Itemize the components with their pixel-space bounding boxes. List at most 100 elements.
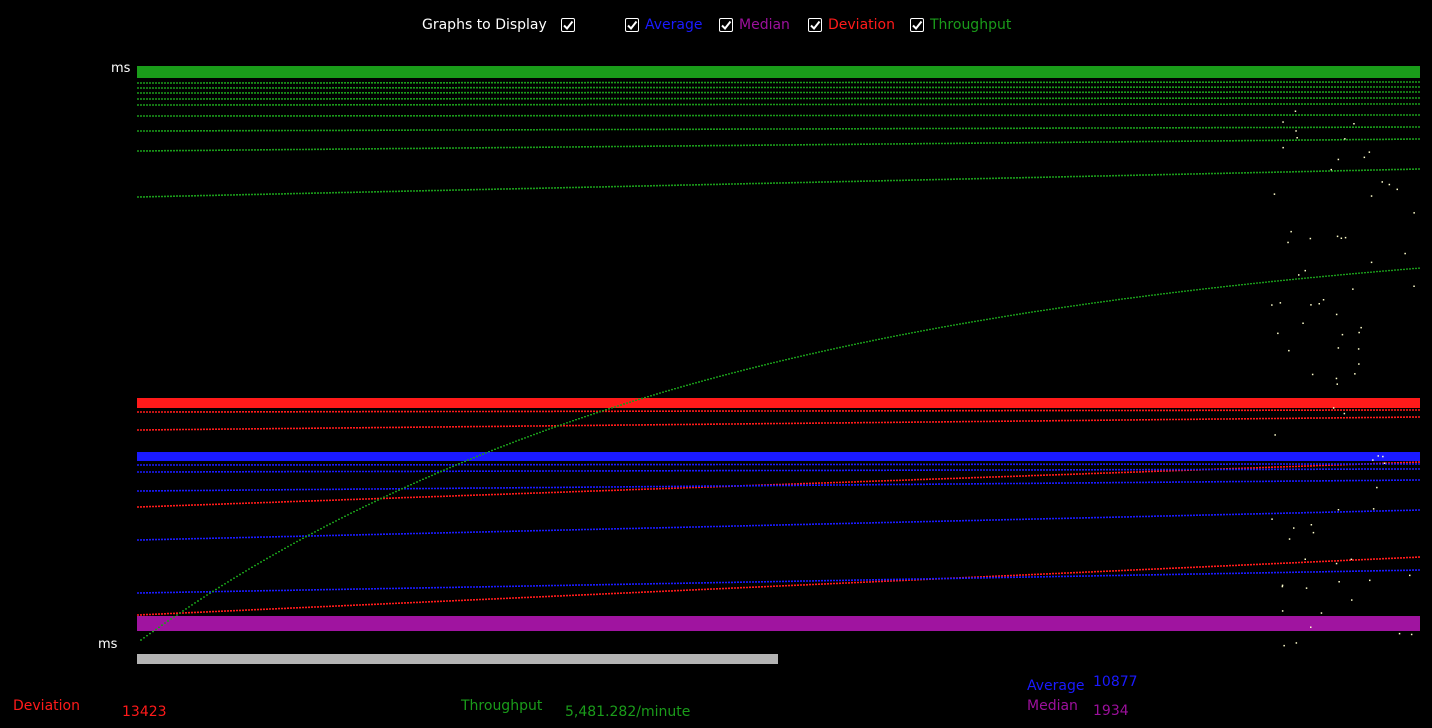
deviation-toggle[interactable]: Deviation <box>808 14 895 36</box>
sample-point <box>1335 377 1338 380</box>
graph-plot-area <box>137 66 1420 647</box>
sample-point <box>1341 333 1344 336</box>
sample-point <box>1282 146 1284 149</box>
sample-point <box>1410 633 1413 636</box>
median-stat-label: Median <box>1027 698 1078 714</box>
average-line <box>137 463 1420 466</box>
y-axis-top-unit: ms <box>111 61 131 76</box>
sample-point <box>1282 121 1284 123</box>
sample-point <box>1318 303 1320 305</box>
sample-point <box>1298 274 1300 276</box>
deviation-stat-label: Deviation <box>13 698 80 714</box>
sample-point <box>1383 462 1386 464</box>
checkbox-icon[interactable] <box>910 18 924 32</box>
sample-point <box>1413 212 1415 214</box>
sample-point <box>1369 579 1371 582</box>
throughput-line <box>137 91 1420 94</box>
checkbox-icon[interactable] <box>719 18 733 32</box>
deviation-band <box>137 398 1420 408</box>
sample-point <box>1295 130 1297 132</box>
sample-point <box>1338 581 1340 583</box>
sample-point <box>1382 455 1384 458</box>
median-toggle[interactable]: Median <box>719 14 790 36</box>
sample-point <box>1352 288 1354 290</box>
median-band <box>137 616 1420 631</box>
deviation-stat-value: 13423 <box>122 704 167 720</box>
deviation-line <box>137 556 1420 616</box>
sample-point <box>1388 183 1391 186</box>
average-line <box>137 479 1420 492</box>
sample-point <box>1304 558 1306 560</box>
throughput-line <box>137 114 1420 117</box>
sample-point <box>1337 509 1340 511</box>
sample-point <box>1337 347 1340 349</box>
throughput-line <box>137 168 1420 198</box>
sample-point <box>1274 434 1276 436</box>
sample-point <box>1290 230 1292 233</box>
throughput-toggle-label: Throughput <box>930 17 1012 33</box>
average-band <box>137 452 1420 461</box>
sample-point <box>1281 610 1284 612</box>
sample-point <box>1277 332 1279 335</box>
throughput-line <box>137 126 1420 132</box>
checkbox-icon[interactable] <box>560 18 575 32</box>
sample-point <box>1337 158 1340 161</box>
average-line <box>137 569 1420 594</box>
median-toggle-label: Median <box>739 17 790 33</box>
sample-point <box>1287 241 1289 244</box>
sample-point <box>1310 524 1313 526</box>
sample-point <box>1398 632 1401 635</box>
throughput-stat-label: Throughput <box>461 698 543 714</box>
deviation-line <box>137 409 1420 413</box>
checkbox-icon[interactable] <box>808 18 822 32</box>
average-stat-label: Average <box>1027 678 1085 694</box>
sample-point <box>1396 188 1398 191</box>
sample-point <box>1310 304 1312 306</box>
sample-point <box>1336 235 1339 238</box>
median-stat-value: 1934 <box>1093 703 1129 719</box>
sample-point <box>1305 587 1308 589</box>
sample-progress-bar[interactable] <box>137 654 778 664</box>
average-toggle[interactable]: Average <box>625 14 703 36</box>
average-toggle-label: Average <box>645 17 703 33</box>
sample-point <box>1351 599 1353 601</box>
sample-point <box>1296 137 1298 139</box>
throughput-line <box>137 81 1420 84</box>
sample-point <box>1271 518 1273 520</box>
throughput-toggle[interactable]: Throughput <box>910 14 1011 36</box>
y-axis-bottom-unit: ms <box>98 637 118 652</box>
graph-results-panel: Graphs to Display Average Median Deviati… <box>0 0 1432 728</box>
sample-point <box>1335 562 1338 565</box>
sample-point <box>1310 626 1312 628</box>
graphs-to-display-label: Graphs to Display <box>422 17 547 33</box>
sample-point <box>1377 455 1379 457</box>
sample-point <box>1370 261 1373 264</box>
sample-point <box>1357 348 1360 350</box>
sample-point <box>1288 538 1291 540</box>
throughput-line <box>137 103 1420 106</box>
sample-point <box>1295 642 1298 644</box>
sample-point <box>1281 585 1284 588</box>
sample-point <box>1354 373 1356 375</box>
throughput-line <box>137 86 1420 89</box>
throughput-line <box>137 138 1420 152</box>
graphs-to-display-toggle[interactable]: Graphs to Display <box>422 14 575 36</box>
sample-point <box>1311 373 1314 376</box>
sample-point <box>1358 331 1360 334</box>
sample-point <box>1409 574 1411 577</box>
sample-point <box>1271 304 1273 306</box>
sample-point <box>1344 236 1347 239</box>
average-line <box>137 468 1420 473</box>
sample-point <box>1344 138 1346 140</box>
sample-point <box>1332 407 1335 409</box>
sample-point <box>1336 383 1338 385</box>
checkbox-icon[interactable] <box>625 18 639 32</box>
sample-point <box>1381 181 1383 183</box>
sample-point <box>1279 302 1282 304</box>
sample-point <box>1335 313 1338 316</box>
throughput-band <box>137 66 1420 78</box>
deviation-toggle-label: Deviation <box>828 17 895 33</box>
sample-point <box>1320 612 1323 614</box>
sample-point <box>1360 326 1362 329</box>
sample-point <box>1304 269 1306 272</box>
